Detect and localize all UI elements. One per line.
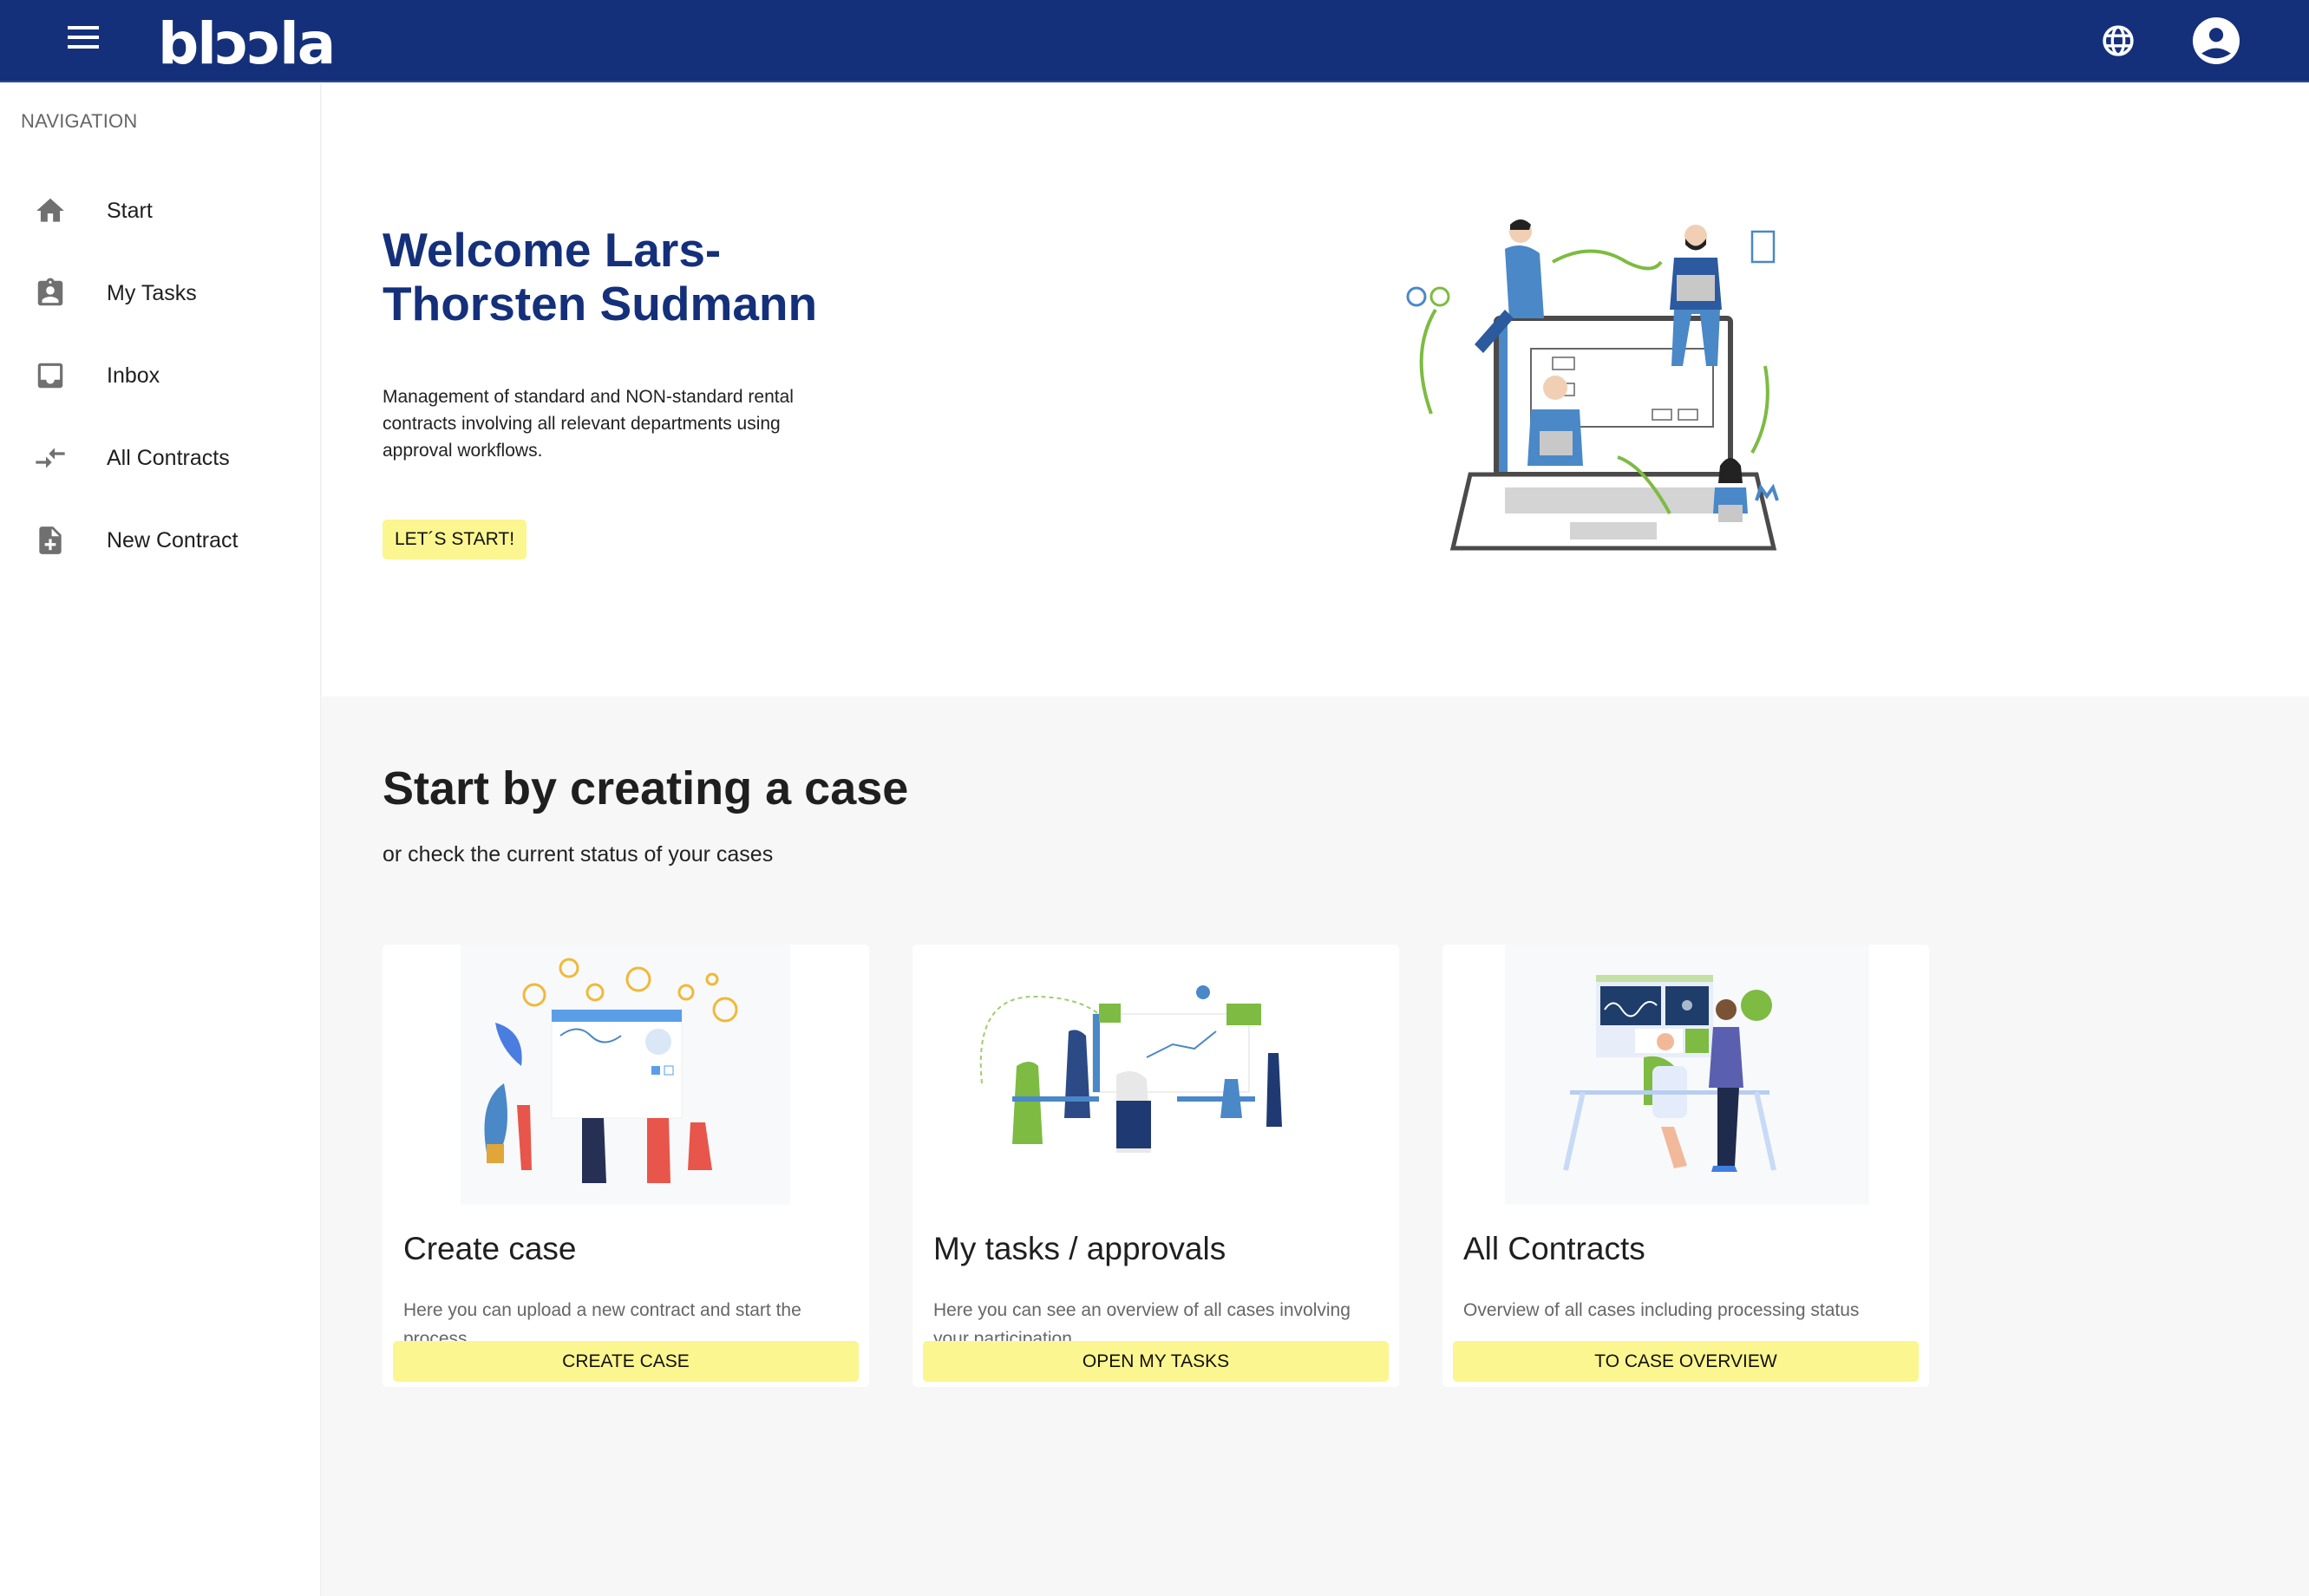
sidebar-item-inbox[interactable]: Inbox bbox=[0, 341, 320, 410]
my-tasks-illustration bbox=[965, 945, 1329, 1205]
card-title: Create case bbox=[403, 1231, 577, 1266]
section-title: Start by creating a case bbox=[383, 762, 909, 814]
open-my-tasks-button[interactable]: OPEN MY TASKS bbox=[923, 1341, 1389, 1382]
inbox-icon bbox=[33, 358, 68, 393]
sidebar-item-label: All Contracts bbox=[107, 445, 230, 470]
sidebar-item-label: My Tasks bbox=[107, 280, 197, 305]
nav-heading: NAVIGATION bbox=[21, 110, 138, 132]
sidebar-item-label: Inbox bbox=[107, 363, 160, 388]
globe-icon[interactable] bbox=[2101, 23, 2136, 58]
assignment-ind-icon bbox=[33, 276, 68, 311]
note-add-icon bbox=[33, 523, 68, 558]
sidebar-item-label: New Contract bbox=[107, 527, 239, 553]
welcome-title: Welcome Lars-Thorsten Sudmann bbox=[383, 223, 818, 330]
card-description: Overview of all cases including processi… bbox=[1463, 1300, 1860, 1320]
create-case-illustration bbox=[461, 945, 790, 1205]
cases-section: Start by creating a case or check the cu… bbox=[322, 697, 2309, 1596]
workflow-illustration bbox=[1406, 219, 1779, 551]
home-icon bbox=[33, 193, 68, 228]
section-subtitle: or check the current status of your case… bbox=[383, 842, 774, 867]
all-contracts-illustration bbox=[1505, 945, 1869, 1205]
welcome-description: Management of standard and NON-standard … bbox=[383, 387, 794, 461]
card-create-case: Create case Here you can upload a new co… bbox=[383, 945, 869, 1387]
sidebar-item-new-contract[interactable]: New Contract bbox=[0, 506, 320, 575]
top-app-bar: blɔɔla bbox=[0, 0, 2309, 82]
hamburger-menu-icon[interactable] bbox=[68, 26, 102, 56]
create-case-button[interactable]: CREATE CASE bbox=[393, 1341, 859, 1382]
sidebar-item-my-tasks[interactable]: My Tasks bbox=[0, 258, 320, 328]
to-case-overview-button[interactable]: TO CASE OVERVIEW bbox=[1453, 1341, 1919, 1382]
account-circle-icon[interactable] bbox=[2193, 17, 2240, 64]
card-title: My tasks / approvals bbox=[933, 1231, 1226, 1266]
sidebar-item-label: Start bbox=[107, 198, 153, 223]
welcome-hero: Welcome Lars-Thorsten Sudmann Management… bbox=[322, 84, 2309, 697]
card-title: All Contracts bbox=[1463, 1231, 1645, 1266]
sidebar-item-all-contracts[interactable]: All Contracts bbox=[0, 423, 320, 493]
sidebar: NAVIGATION Start My Tasks Inbox All Cont… bbox=[0, 84, 321, 1596]
brand-logo[interactable]: blɔɔla bbox=[158, 10, 336, 77]
lets-start-button[interactable]: LET´S START! bbox=[383, 520, 527, 559]
sidebar-item-start[interactable]: Start bbox=[0, 176, 320, 245]
card-my-tasks: My tasks / approvals Here you can see an… bbox=[912, 945, 1399, 1387]
card-all-contracts: All Contracts Overview of all cases incl… bbox=[1442, 945, 1929, 1387]
compare-arrows-icon bbox=[33, 441, 68, 475]
